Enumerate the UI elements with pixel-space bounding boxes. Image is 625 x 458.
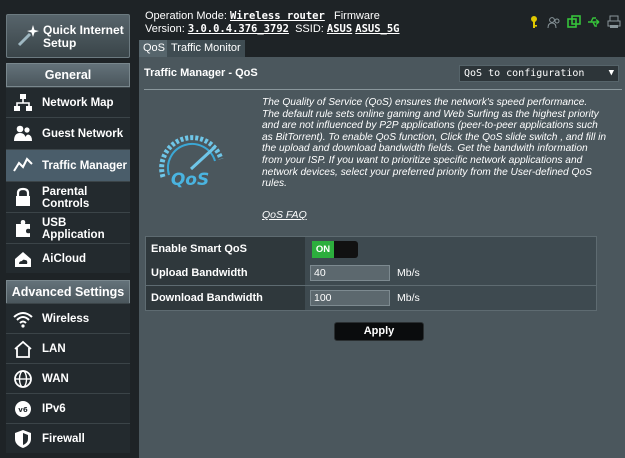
qos-description: The Quality of Service (QoS) ensures the… — [262, 97, 607, 190]
qos-faq-link[interactable]: QoS FAQ — [262, 209, 307, 221]
nav-label: WAN — [42, 373, 69, 385]
upload-bandwidth-input[interactable] — [310, 265, 390, 281]
operation-mode-label: Operation Mode: — [145, 10, 227, 22]
smart-qos-toggle[interactable]: ON — [312, 241, 358, 258]
nav-traffic-manager[interactable]: Traffic Manager — [6, 149, 130, 181]
quick-internet-setup-label: Quick Internet Setup — [43, 23, 124, 50]
usb-status-icon[interactable] — [587, 15, 601, 29]
svg-text:v6: v6 — [18, 406, 28, 414]
quick-internet-setup-button[interactable]: Quick Internet Setup — [6, 14, 130, 58]
firmware-label: Firmware — [334, 10, 380, 22]
dropdown-caret-icon: ▼ — [608, 68, 614, 78]
ipv6-icon: v6 — [15, 401, 31, 417]
nav-label: Wireless — [42, 313, 90, 325]
smart-qos-label: Enable Smart QoS — [146, 237, 305, 261]
smart-qos-cell: ON — [305, 237, 596, 261]
guest-network-icon — [14, 125, 32, 141]
download-bandwidth-input[interactable] — [310, 290, 390, 306]
cloud-house-icon — [15, 252, 31, 267]
download-bandwidth-label: Download Bandwidth — [146, 286, 305, 310]
nav-label: Network Map — [42, 97, 114, 109]
key-status-icon[interactable] — [527, 15, 541, 29]
nav-label: Guest Network — [42, 128, 124, 140]
wifi-icon — [13, 312, 33, 328]
title-divider — [144, 89, 622, 90]
sidebar: Quick Internet Setup General Network Map… — [6, 8, 130, 458]
magic-wand-icon — [17, 25, 39, 47]
version-label: Version: — [145, 23, 185, 35]
qos-gauge-icon: QoS — [159, 135, 224, 190]
shield-icon — [15, 430, 31, 448]
ssid-label: SSID: — [295, 23, 324, 35]
page-title: Traffic Manager - QoS — [144, 67, 258, 79]
house-icon — [14, 340, 32, 358]
apply-button[interactable]: Apply — [334, 322, 424, 341]
operation-mode-line: Operation Mode: Wireless router Firmware — [145, 10, 400, 23]
ssid-link-5g[interactable]: ASUS_5G — [355, 23, 399, 35]
nav-lan[interactable]: LAN — [6, 333, 130, 363]
nav-label: LAN — [42, 343, 66, 355]
printer-status-icon[interactable] — [607, 15, 621, 29]
nav-aicloud[interactable]: AiCloud — [6, 243, 130, 273]
nav-label: Traffic Manager — [42, 160, 127, 172]
nav-network-map[interactable]: Network Map — [6, 87, 130, 117]
table-row: Enable Smart QoS ON — [145, 236, 597, 261]
nav-wireless[interactable]: Wireless — [6, 303, 130, 333]
status-icons — [527, 15, 621, 29]
nav-label: IPv6 — [42, 403, 66, 415]
upload-bandwidth-label: Upload Bandwidth — [146, 261, 305, 285]
upload-bandwidth-cell: Mb/s — [305, 261, 596, 285]
upload-unit: Mb/s — [397, 267, 420, 279]
qos-settings-table: Enable Smart QoS ON Upload Bandwidth Mb/… — [145, 236, 597, 311]
nav-ipv6[interactable]: v6 IPv6 — [6, 393, 130, 423]
nav-label: Parental Controls — [42, 185, 90, 210]
qos-mode-select[interactable]: QoS to configuration ▼ — [459, 65, 619, 82]
qos-mode-select-value: QoS to configuration — [464, 68, 585, 79]
nav-label: Firewall — [42, 433, 85, 445]
table-row: Upload Bandwidth Mb/s — [145, 261, 597, 286]
lock-icon — [16, 187, 30, 206]
nav-wan[interactable]: WAN — [6, 363, 130, 393]
gauge-label: QoS — [171, 170, 209, 190]
tab-traffic-monitor[interactable]: Traffic Monitor — [167, 40, 245, 57]
operation-mode-link[interactable]: Wireless router — [230, 10, 325, 22]
network-map-icon — [14, 94, 32, 111]
qos-panel: Traffic Manager - QoS QoS to configurati… — [139, 57, 625, 458]
router-info-header: Operation Mode: Wireless router Firmware… — [145, 10, 400, 36]
table-row: Download Bandwidth Mb/s — [145, 286, 597, 311]
puzzle-icon — [16, 220, 30, 237]
nav-firewall[interactable]: Firewall — [6, 423, 130, 453]
toggle-on-label: ON — [312, 241, 334, 258]
download-unit: Mb/s — [397, 292, 420, 304]
advanced-settings-header: Advanced Settings — [6, 280, 130, 304]
general-section-header: General — [6, 63, 130, 87]
nav-parental-controls[interactable]: Parental Controls — [6, 181, 130, 212]
tab-qos[interactable]: QoS — [139, 40, 170, 57]
internet-status-icon[interactable] — [567, 15, 581, 29]
firmware-version-link[interactable]: 3.0.0.4.376_3792 — [188, 23, 289, 35]
version-line: Version: 3.0.0.4.376_3792 SSID: ASUS ASU… — [145, 23, 400, 36]
nav-label: AiCloud — [42, 253, 87, 265]
globe-icon — [14, 370, 32, 388]
ssid-link-24g[interactable]: ASUS — [327, 23, 352, 35]
download-bandwidth-cell: Mb/s — [305, 286, 596, 310]
users-status-icon[interactable] — [547, 15, 561, 29]
nav-label: USB Application — [42, 216, 105, 241]
traffic-manager-icon — [13, 157, 33, 172]
nav-usb-application[interactable]: USB Application — [6, 212, 130, 243]
nav-guest-network[interactable]: Guest Network — [6, 117, 130, 149]
